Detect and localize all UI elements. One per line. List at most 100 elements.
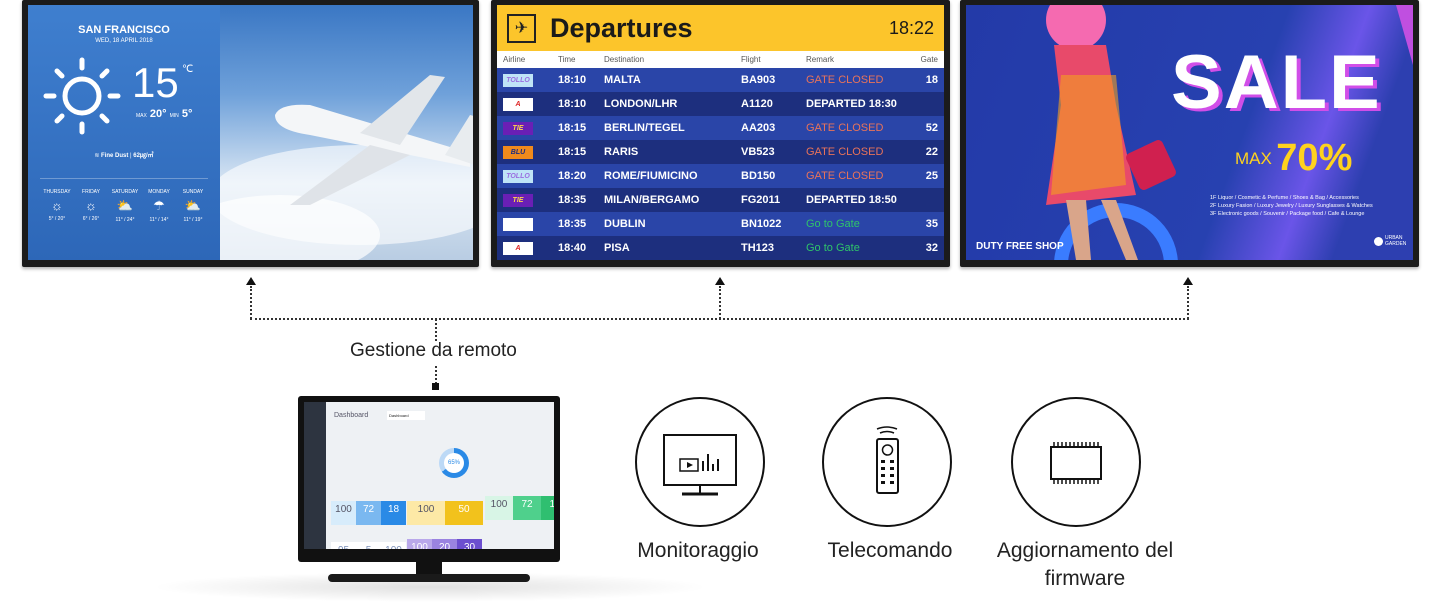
flight: A1120 <box>741 98 773 110</box>
forecast-range: 11° / 14° <box>149 217 169 223</box>
sale-headline: SALE <box>1171 40 1382 125</box>
dust-label: Fine Dust <box>101 153 129 159</box>
flight: AA203 <box>741 122 776 134</box>
dashboard-monitor: Dashboard Dashboard 10072181005010072126… <box>298 396 560 582</box>
dust-value: 62㎍/㎥ <box>133 153 154 159</box>
sun-icon: ☼ <box>85 198 97 213</box>
user-tile: 100 <box>407 539 432 549</box>
date: WED, 18 APRIL 2018 <box>95 38 153 44</box>
departure-row: TIE 18:35 MILAN/BERGAMO FG2011 DEPARTED 18:5… <box>497 188 944 212</box>
city: SAN FRANCISCO <box>78 24 170 36</box>
remote-management-label: Gestione da remoto <box>350 340 517 361</box>
departure-row: BLU 18:15 RARIS VB523 GATE CLOSED 22 <box>497 140 944 164</box>
temp-unit: ℃ <box>182 64 194 75</box>
departures-header: ✈ Departures 18:22 <box>497 5 944 51</box>
dashboard-sidebar <box>304 402 326 549</box>
airline-logo: A <box>503 241 533 255</box>
weather-panel: SAN FRANCISCO WED, 18 APRIL 2018 15 ℃ MA… <box>28 5 220 260</box>
airplane-image <box>180 5 473 260</box>
playlist-tile: 50 <box>445 501 483 525</box>
forecast-day-name: SUNDAY <box>182 189 204 195</box>
feature-label-remote: Telecomando <box>827 539 953 562</box>
remote-circle <box>822 397 952 527</box>
min-label: MIN <box>169 113 179 119</box>
remark: GATE CLOSED <box>806 146 884 158</box>
gate: 32 <box>925 242 938 254</box>
shop-name: DUTY FREE SHOP <box>976 241 1064 252</box>
arrow-up-icon <box>1183 277 1193 285</box>
forecast-range: 11° / 19° <box>183 217 203 223</box>
forecast-day: FRIDAY ☼ 6° / 26° <box>74 189 108 222</box>
remark: GATE CLOSED <box>806 74 884 86</box>
temperature: 15 <box>132 59 179 106</box>
col-airline: Airline <box>503 55 526 64</box>
floor-1: 1F Liquor / Cosmetic & Perfume / Shoes &… <box>1210 195 1359 201</box>
rain-icon: ☂ <box>153 198 165 213</box>
destination: DUBLIN <box>604 218 646 230</box>
discount-percent: 70% <box>1276 137 1353 179</box>
firmware-circle <box>1011 397 1141 527</box>
departure-row: 18:35 DUBLIN BN1022 Go to Gate 35 <box>497 212 944 236</box>
forecast-range: 11° / 24° <box>115 217 135 223</box>
feature-label-monitoring: Monitoraggio <box>637 539 759 562</box>
forecast-day-name: FRIDAY <box>82 189 100 195</box>
time: 18:10 <box>558 74 587 86</box>
device-tile: 5 <box>356 542 381 549</box>
arrow-up-icon <box>246 277 256 285</box>
destination: PISA <box>604 242 630 254</box>
connector-line <box>1187 286 1189 319</box>
airline-logo: TIE <box>503 121 533 135</box>
airline-logo: A <box>503 97 533 111</box>
connector-line <box>719 286 721 319</box>
time: 18:35 <box>558 218 587 230</box>
schedule-tile: 12 <box>541 496 554 520</box>
destination: MILAN/BERGAMO <box>604 194 700 206</box>
user-tile: 20 <box>432 539 457 549</box>
departures-title: Departures <box>550 12 693 43</box>
forecast: THURSDAY ☼ 5° / 20° FRIDAY ☼ 6° / 26° SATURDAY… <box>40 178 208 223</box>
flight: BA903 <box>741 74 776 86</box>
forecast-day-name: MONDAY <box>148 189 170 195</box>
departures-table: TOLLO 18:10 MALTA BA903 GATE CLOSED 18 A 18:10 L… <box>497 68 944 260</box>
destination: LONDON/LHR <box>604 98 678 110</box>
flight: FG2011 <box>741 194 781 206</box>
sale-display: SALE MAX 70% 1F Liquor / Cosmetic & Perf… <box>960 0 1419 267</box>
col-flight: Flight <box>741 55 761 64</box>
plane-departure-icon: ✈ <box>507 13 536 43</box>
arrow-up-icon <box>715 277 725 285</box>
time: 18:15 <box>558 146 587 158</box>
connector-line <box>250 286 252 319</box>
col-gate: Gate <box>920 55 938 64</box>
flight: BN1022 <box>741 218 782 230</box>
brand-logo: URBAN GARDEN <box>1374 235 1409 247</box>
connector-line <box>250 318 1189 320</box>
remark: GATE CLOSED <box>806 170 884 182</box>
user-tile: 30 <box>457 539 482 549</box>
departures-display: ✈ Departures 18:22 Airline Time Destinatio… <box>491 0 950 267</box>
clock: 18:22 <box>888 17 934 38</box>
dashboard-tab[interactable]: Dashboard <box>387 411 425 420</box>
floor-3: 3F Electronic goods / Souvenir / Package… <box>1210 211 1365 217</box>
flight: TH123 <box>741 242 775 254</box>
weather-display: SAN FRANCISCO WED, 18 APRIL 2018 15 ℃ MA… <box>22 0 479 267</box>
fine-dust: ≋ Fine Dust | 62㎍/㎥ <box>94 153 154 159</box>
departure-row: A 18:10 LONDON/LHR A1120 DEPARTED 18:30 <box>497 92 944 116</box>
departure-row: TOLLO 18:10 MALTA BA903 GATE CLOSED 18 <box>497 68 944 92</box>
time: 18:35 <box>558 194 587 206</box>
monitoring-circle <box>635 397 765 527</box>
connector-line <box>435 366 437 384</box>
gate: 52 <box>925 122 938 134</box>
connector-node <box>432 383 439 390</box>
departure-row: A 18:40 PISA TH123 Go to Gate 32 <box>497 236 944 260</box>
playlist-tile: 100 <box>407 501 445 525</box>
forecast-day-name: SATURDAY <box>111 189 139 195</box>
gate: 22 <box>925 146 938 158</box>
airline-logo: TIE <box>503 193 533 207</box>
floor-2: 2F Luxury Fasion / Luxury Jewelry / Luxu… <box>1210 203 1373 209</box>
monitor-stand <box>328 574 530 582</box>
destination: RARIS <box>604 146 639 158</box>
content-tile: 18 <box>381 501 406 525</box>
time: 18:40 <box>558 242 587 254</box>
airline-logo: BLU <box>503 145 533 159</box>
forecast-day: SATURDAY ⛅ 11° / 24° <box>108 189 142 223</box>
